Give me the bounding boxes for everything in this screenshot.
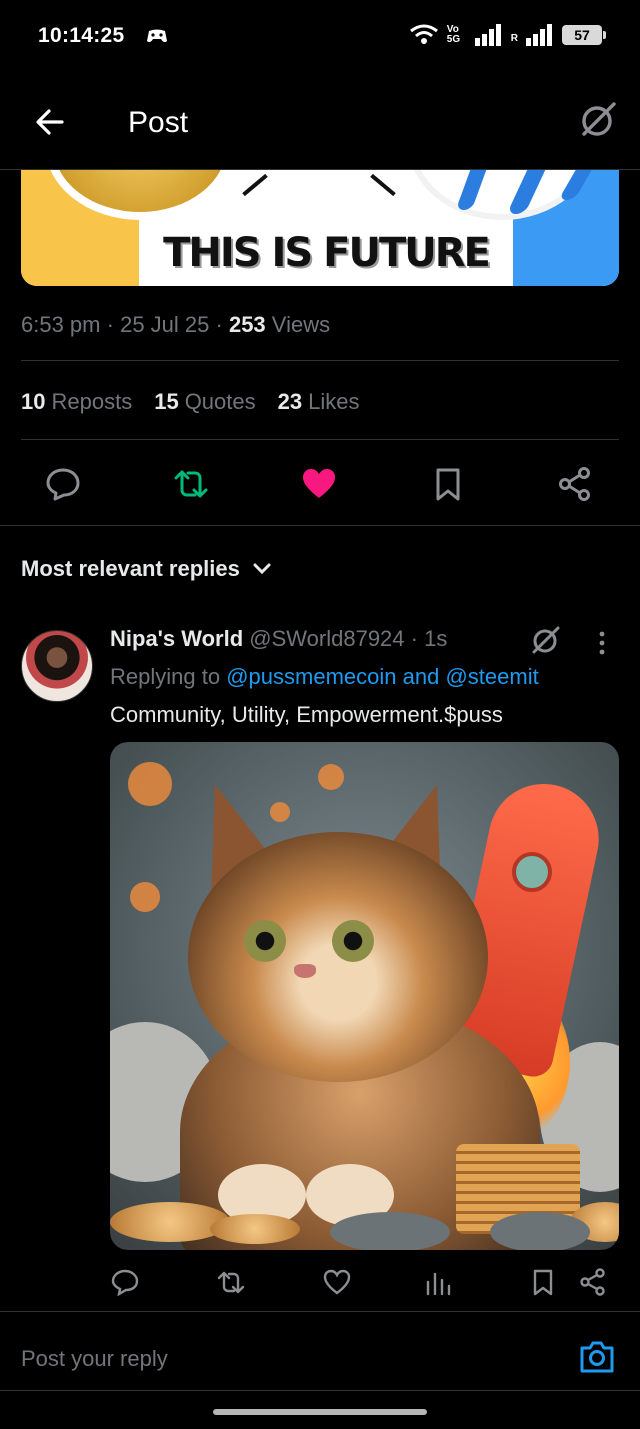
battery-indicator: 57: [562, 25, 606, 45]
views-count: 253: [228, 312, 266, 337]
likes-label: Likes: [308, 389, 360, 414]
repost-icon[interactable]: [173, 466, 209, 502]
reply-icon[interactable]: [111, 1268, 139, 1296]
reply-icon[interactable]: [45, 466, 81, 502]
bookmark-icon[interactable]: [430, 466, 466, 502]
reply-header: Nipa's World @SWorld87924 · 1s: [110, 626, 447, 652]
divider: [21, 360, 619, 361]
mention-link[interactable]: @pussmemecoin: [226, 664, 396, 689]
bokeh-dot: [270, 802, 290, 822]
reply-age: 1s: [424, 626, 448, 651]
post-timestamp: 6:53 pm · 25 Jul 25 · 253 Views: [21, 312, 330, 338]
back-arrow-icon[interactable]: [34, 106, 66, 138]
post-date: 25 Jul 25: [120, 312, 210, 337]
divider: [21, 439, 619, 440]
quotes-stat[interactable]: 15 Quotes: [154, 389, 255, 415]
separator: ·: [215, 312, 223, 337]
replying-prefix: Replying to: [110, 664, 221, 689]
rock-shape: [330, 1212, 450, 1250]
rock-shape: [490, 1212, 590, 1250]
top-app-bar: Post: [0, 72, 640, 170]
like-icon[interactable]: [323, 1268, 351, 1296]
share-icon[interactable]: [557, 466, 593, 502]
more-options-icon[interactable]: [592, 628, 612, 658]
reposts-label: Reposts: [51, 389, 133, 414]
reply-compose-input[interactable]: Post your reply: [21, 1346, 168, 1372]
grok-icon[interactable]: [578, 100, 618, 140]
status-bar: 10:14:25 Vo 5G R 57: [0, 0, 640, 72]
reposts-stat[interactable]: 10 Reposts: [21, 389, 132, 415]
rocket-window: [512, 852, 552, 892]
cat-head: [188, 832, 488, 1082]
roaming-label: R: [510, 33, 518, 44]
sort-label: Most relevant replies: [21, 556, 240, 581]
post-action-bar: [0, 458, 640, 510]
cat-nose: [294, 964, 316, 978]
page-title: Post: [128, 106, 189, 139]
quotes-label: Quotes: [184, 389, 256, 414]
reply-media-image[interactable]: [110, 742, 619, 1250]
post-media-image[interactable]: THIS IS FUTURE: [21, 170, 619, 286]
post-time: 6:53 pm: [21, 312, 101, 337]
likes-stat[interactable]: 23 Likes: [278, 389, 360, 415]
bokeh-dot: [130, 882, 160, 912]
game-controller-icon: [147, 29, 168, 43]
separator: ·: [410, 626, 418, 651]
wifi-icon: [409, 24, 438, 44]
reposts-count: 10: [21, 389, 46, 414]
separator: ·: [106, 312, 114, 337]
cross-line: [242, 173, 268, 197]
bokeh-dot: [318, 764, 344, 790]
divider: [0, 1390, 640, 1391]
grok-icon[interactable]: [530, 624, 562, 656]
sim1-label: Vo 5G: [446, 24, 461, 45]
reply-author-handle[interactable]: @SWorld87924: [249, 626, 404, 651]
camera-icon[interactable]: [578, 1338, 616, 1376]
coin-graphic: [110, 1202, 230, 1242]
and-text: and: [402, 664, 440, 689]
cross-line: [370, 173, 396, 197]
cat-eye: [332, 920, 374, 962]
replying-to: Replying to @pussmemecoin and @steemit: [110, 664, 539, 690]
like-icon[interactable]: [301, 466, 337, 502]
status-indicators: Vo 5G R 57: [409, 24, 606, 46]
replies-sort-dropdown[interactable]: Most relevant replies: [21, 556, 272, 582]
mention-link[interactable]: @steemit: [445, 664, 538, 689]
quotes-count: 15: [154, 389, 179, 414]
views-label: Views: [271, 312, 331, 337]
gesture-bar[interactable]: [213, 1409, 427, 1415]
status-time: 10:14:25: [38, 24, 125, 47]
coin-graphic: [210, 1214, 300, 1244]
bokeh-dot: [128, 762, 172, 806]
chevron-down-icon: [253, 563, 271, 575]
reply-action-bar: [0, 1262, 640, 1302]
reply-text: Community, Utility, Empowerment.$puss: [110, 702, 503, 727]
reply-author-name[interactable]: Nipa's World: [110, 626, 243, 651]
repost-icon[interactable]: [217, 1268, 245, 1296]
engagement-stats: 10 Reposts 15 Quotes 23 Likes: [21, 389, 359, 415]
bookmark-icon[interactable]: [529, 1268, 557, 1296]
likes-count: 23: [277, 389, 303, 414]
divider: [0, 525, 640, 526]
divider: [0, 1311, 640, 1312]
cat-eye: [244, 920, 286, 962]
signal-icon: [474, 24, 501, 46]
signal-2-icon: [526, 24, 552, 46]
avatar[interactable]: [21, 630, 93, 702]
banner-caption: THIS IS FUTURE: [163, 230, 491, 276]
share-icon[interactable]: [579, 1268, 607, 1296]
analytics-icon[interactable]: [424, 1268, 452, 1296]
